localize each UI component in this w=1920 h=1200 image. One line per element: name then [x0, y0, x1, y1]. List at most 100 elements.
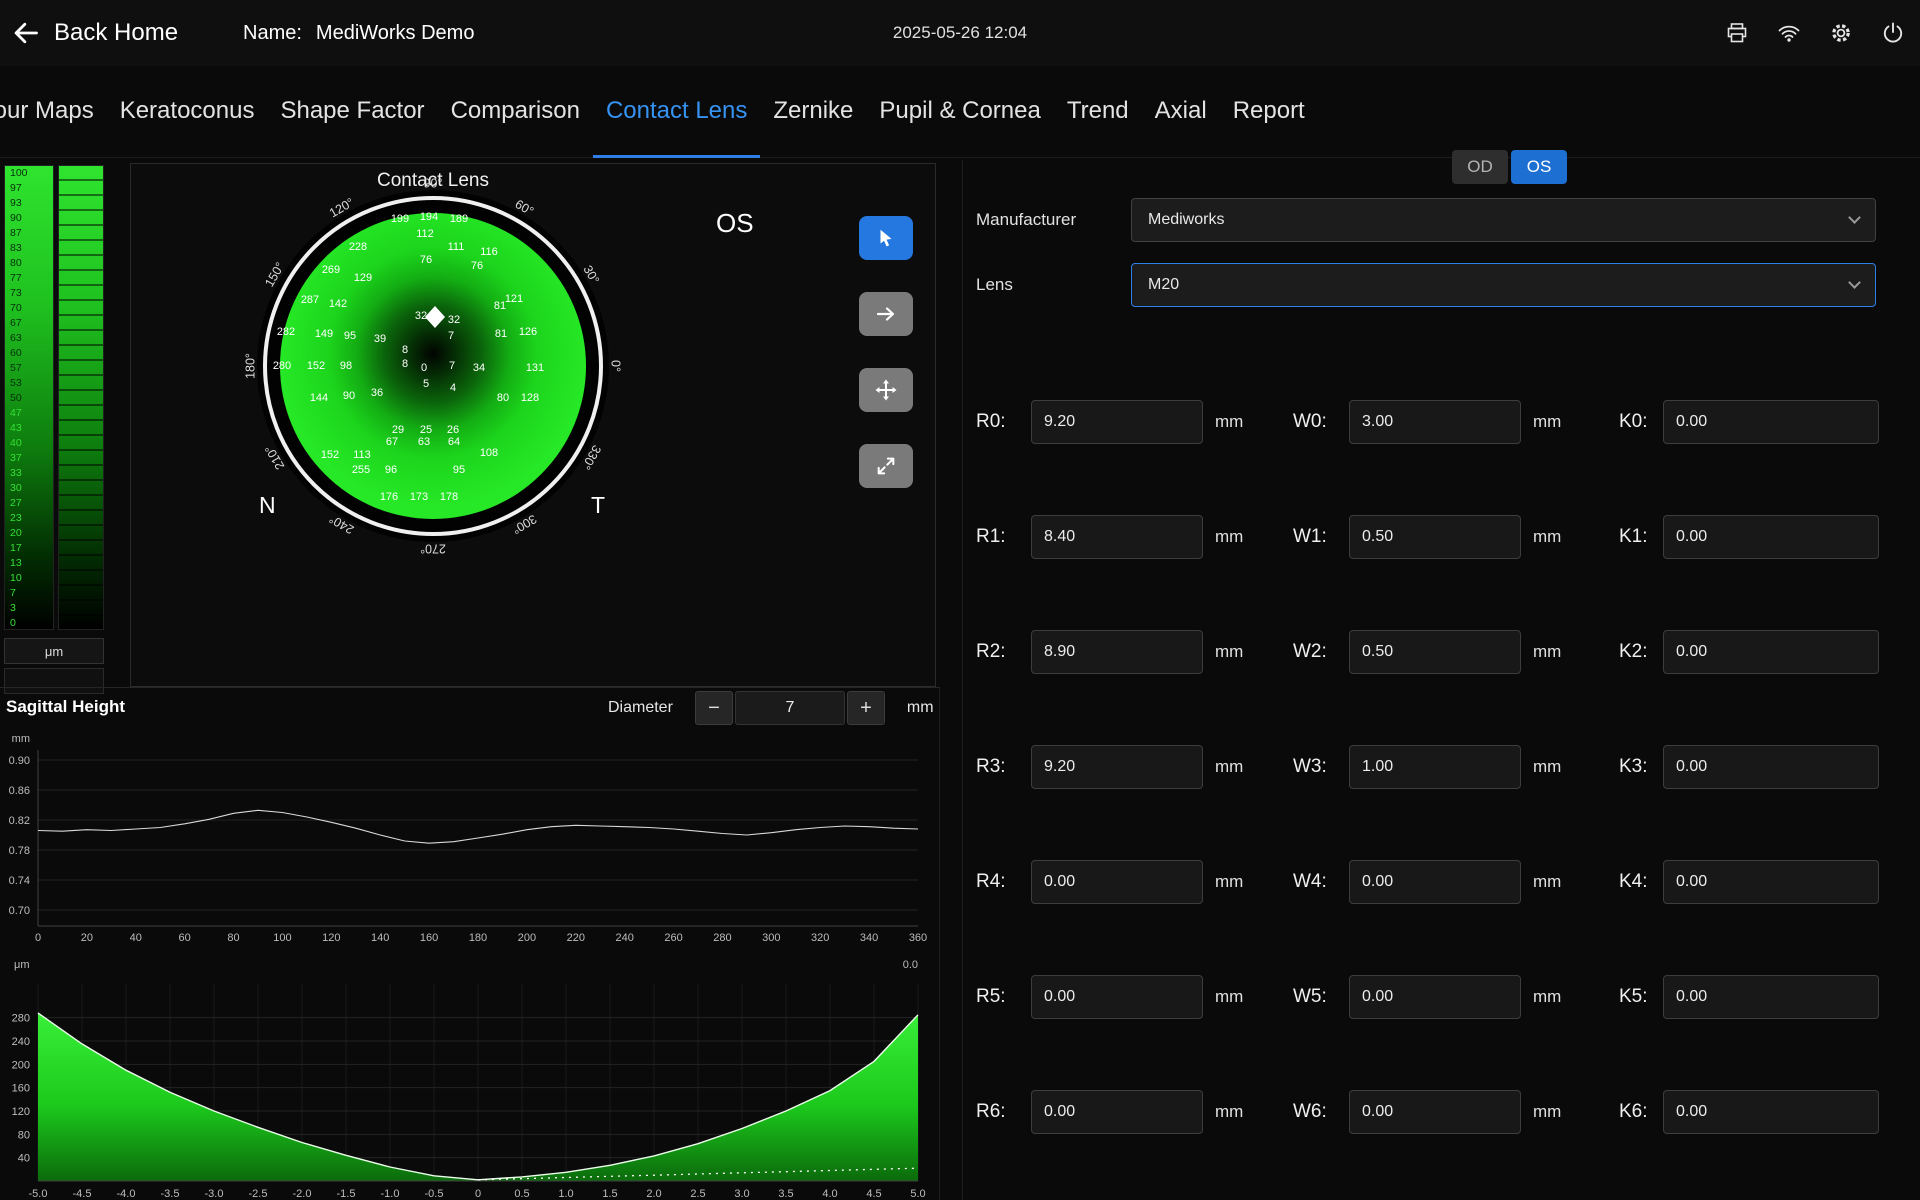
svg-text:0.74: 0.74: [9, 875, 30, 887]
r3-input[interactable]: [1031, 745, 1203, 789]
back-home-button[interactable]: Back Home: [12, 0, 178, 66]
map-value: 96: [385, 464, 397, 476]
r5-input[interactable]: [1031, 975, 1203, 1019]
unit-label: mm: [1533, 400, 1561, 444]
map-value: 7: [449, 360, 455, 372]
map-value: 199: [391, 213, 409, 225]
r6-input[interactable]: [1031, 1090, 1203, 1134]
lens-label: Lens: [976, 275, 1013, 295]
tab-trend[interactable]: Trend: [1054, 66, 1142, 158]
r4-input[interactable]: [1031, 860, 1203, 904]
arrow-tool-button[interactable]: [859, 292, 913, 336]
w1-input[interactable]: [1349, 515, 1521, 559]
printer-button[interactable]: [1724, 20, 1750, 46]
w3-input[interactable]: [1349, 745, 1521, 789]
nasal-label: N: [259, 492, 276, 519]
color-scale-value: 7: [5, 586, 53, 601]
system-icons: [1724, 0, 1906, 66]
manufacturer-select[interactable]: Mediworks: [1131, 198, 1876, 242]
color-scale-value: 0: [5, 616, 53, 631]
map-value: 0: [421, 362, 427, 374]
diagonal-arrows-icon: [875, 455, 897, 477]
tab-contact-lens[interactable]: Contact Lens: [593, 66, 760, 158]
w2-input[interactable]: [1349, 630, 1521, 674]
map-value: 142: [329, 298, 347, 310]
tab-comparison[interactable]: Comparison: [438, 66, 593, 158]
svg-text:40: 40: [130, 932, 142, 944]
cursor-tool-button[interactable]: [859, 216, 913, 260]
k0-label: K0:: [1619, 400, 1648, 444]
color-scale-value: 33: [5, 466, 53, 481]
tab-zernike[interactable]: Zernike: [760, 66, 866, 158]
map-value: 81: [495, 328, 507, 340]
svg-text:2.5: 2.5: [690, 1188, 705, 1200]
k3-input[interactable]: [1663, 745, 1879, 789]
r0-input[interactable]: [1031, 400, 1203, 444]
svg-text:1.0: 1.0: [558, 1188, 573, 1200]
back-home-label: Back Home: [54, 19, 178, 47]
k2-label: K2:: [1619, 630, 1648, 674]
move-tool-button[interactable]: [859, 368, 913, 412]
tab-keratoconus[interactable]: Keratoconus: [107, 66, 268, 158]
map-value: 144: [310, 392, 328, 404]
svg-text:240: 240: [615, 932, 633, 944]
k2-input[interactable]: [1663, 630, 1879, 674]
tab-axial[interactable]: Axial: [1142, 66, 1220, 158]
color-scale-value: 90: [5, 211, 53, 226]
color-scale-value: 53: [5, 376, 53, 391]
color-scale-value: 80: [5, 256, 53, 271]
sagittal-height-title: Sagittal Height: [6, 697, 125, 717]
power-button[interactable]: [1880, 20, 1906, 46]
map-value: 129: [354, 272, 372, 284]
k4-input[interactable]: [1663, 860, 1879, 904]
svg-text:140: 140: [371, 932, 389, 944]
sagittal-height-section: Sagittal Height Diameter − + mm 0.900.86…: [0, 687, 940, 1200]
tab-report[interactable]: Report: [1220, 66, 1318, 158]
svg-text:360: 360: [909, 932, 927, 944]
tab-pupil-cornea[interactable]: Pupil & Cornea: [866, 66, 1053, 158]
diameter-decrement-button[interactable]: −: [695, 691, 733, 725]
lens-select[interactable]: M20: [1131, 263, 1876, 307]
unit-label: mm: [1533, 860, 1561, 904]
map-value: 95: [344, 330, 356, 342]
color-scale-value: 10: [5, 571, 53, 586]
tab-list: Four MapsKeratoconusShape FactorComparis…: [0, 66, 1920, 158]
w5-input[interactable]: [1349, 975, 1521, 1019]
diameter-increment-button[interactable]: +: [847, 691, 885, 725]
k1-input[interactable]: [1663, 515, 1879, 559]
k0-input[interactable]: [1663, 400, 1879, 444]
svg-text:220: 220: [567, 932, 585, 944]
settings-button[interactable]: [1828, 20, 1854, 46]
svg-text:0.86: 0.86: [9, 785, 30, 797]
resize-tool-button[interactable]: [859, 444, 913, 488]
svg-text:-3.5: -3.5: [161, 1188, 180, 1200]
unit-label: mm: [1215, 975, 1243, 1019]
w6-input[interactable]: [1349, 1090, 1521, 1134]
k5-input[interactable]: [1663, 975, 1879, 1019]
r2-input[interactable]: [1031, 630, 1203, 674]
temporal-label: T: [591, 492, 605, 519]
w0-input[interactable]: [1349, 400, 1521, 444]
map-value: 36: [371, 387, 383, 399]
map-value: 95: [453, 464, 465, 476]
r2-label: R2:: [976, 630, 1006, 674]
svg-text:200: 200: [12, 1059, 30, 1071]
tab-shape-factor[interactable]: Shape Factor: [267, 66, 437, 158]
tab-four-maps[interactable]: Four Maps: [0, 66, 107, 158]
svg-text:0.70: 0.70: [9, 905, 30, 917]
topography-map[interactable]: 90°60°30°0°330°300°270°240°210°180°150°1…: [231, 164, 635, 568]
map-value: 269: [322, 264, 340, 276]
k6-input[interactable]: [1663, 1090, 1879, 1134]
color-scale-value: 83: [5, 241, 53, 256]
r1-input[interactable]: [1031, 515, 1203, 559]
w4-input[interactable]: [1349, 860, 1521, 904]
unit-label: mm: [1215, 1090, 1243, 1134]
svg-text:240: 240: [12, 1036, 30, 1048]
lens-param-row: R0:mmW0:mmK0:: [963, 400, 1920, 444]
map-value: 113: [353, 449, 371, 461]
wifi-button[interactable]: [1776, 20, 1802, 46]
svg-text:2.0: 2.0: [646, 1188, 661, 1200]
diameter-input[interactable]: [735, 691, 845, 725]
svg-text:0: 0: [35, 932, 41, 944]
cursor-icon: [875, 227, 897, 249]
